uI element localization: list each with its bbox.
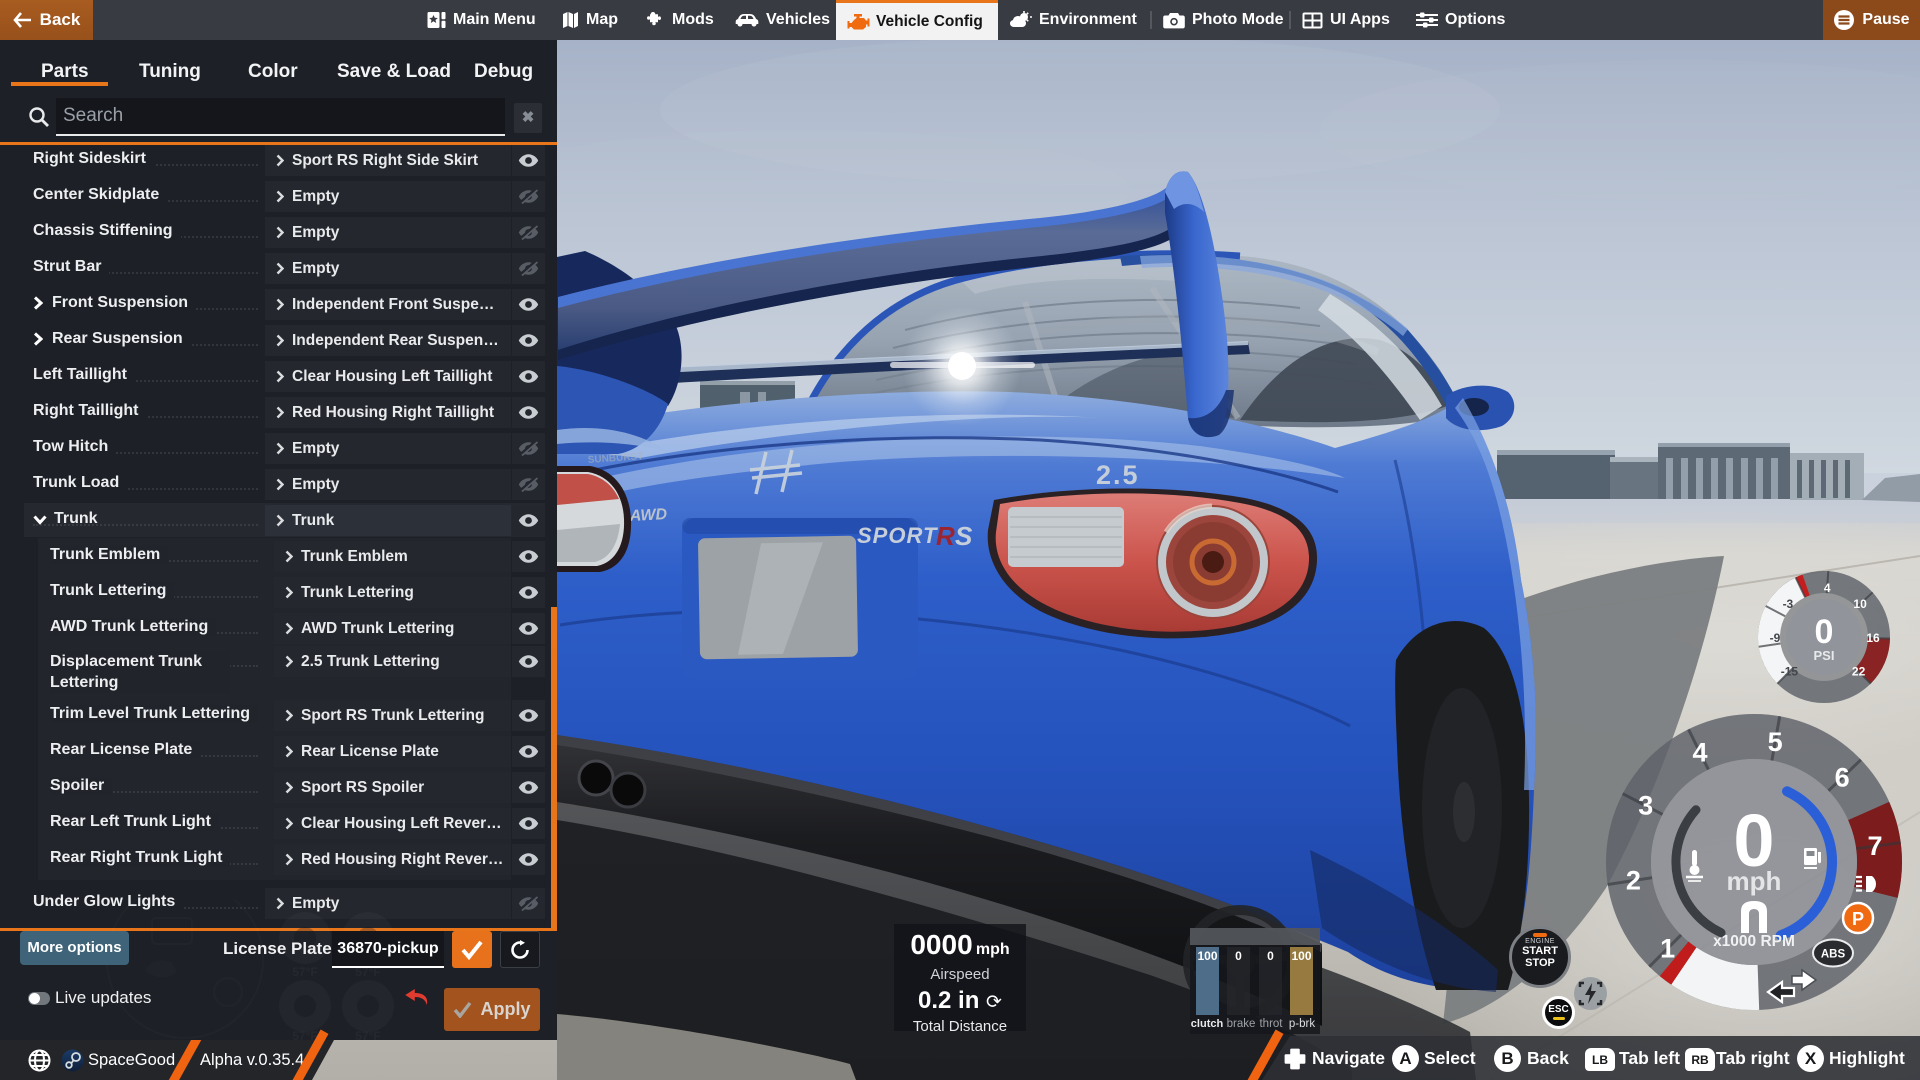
svg-text:3: 3 bbox=[1638, 791, 1653, 821]
svg-text:57°F: 57°F bbox=[292, 1029, 317, 1040]
svg-text:ABS: ABS bbox=[1821, 949, 1846, 961]
svg-text:57°F: 57°F bbox=[355, 1029, 380, 1040]
svg-text:x1000 RPM: x1000 RPM bbox=[1713, 933, 1795, 950]
svg-text:2.5: 2.5 bbox=[1096, 460, 1140, 490]
svg-text:22: 22 bbox=[1852, 665, 1866, 679]
svg-text:mph: mph bbox=[1727, 866, 1782, 896]
svg-text:5: 5 bbox=[1768, 727, 1783, 757]
svg-text:R: R bbox=[936, 521, 955, 551]
svg-text:4: 4 bbox=[1692, 738, 1707, 768]
svg-text:0: 0 bbox=[1815, 613, 1834, 651]
svg-text:4: 4 bbox=[1824, 581, 1831, 595]
svg-text:-3: -3 bbox=[1783, 597, 1794, 611]
svg-text:SPORT: SPORT bbox=[857, 523, 938, 548]
svg-text:P: P bbox=[1852, 909, 1864, 929]
svg-text:16: 16 bbox=[1866, 631, 1880, 645]
svg-text:10: 10 bbox=[1853, 597, 1867, 611]
svg-text:6: 6 bbox=[1835, 763, 1850, 793]
svg-text:PSI: PSI bbox=[1814, 648, 1835, 663]
svg-text:AWD: AWD bbox=[628, 506, 668, 525]
svg-text:2: 2 bbox=[1626, 866, 1641, 896]
svg-text:57°F: 57°F bbox=[292, 965, 317, 979]
svg-text:S: S bbox=[955, 521, 973, 551]
svg-text:-15: -15 bbox=[1781, 665, 1799, 679]
svg-text:7: 7 bbox=[1867, 831, 1882, 861]
svg-text:-9: -9 bbox=[1770, 631, 1781, 645]
svg-text:1: 1 bbox=[1660, 933, 1675, 963]
